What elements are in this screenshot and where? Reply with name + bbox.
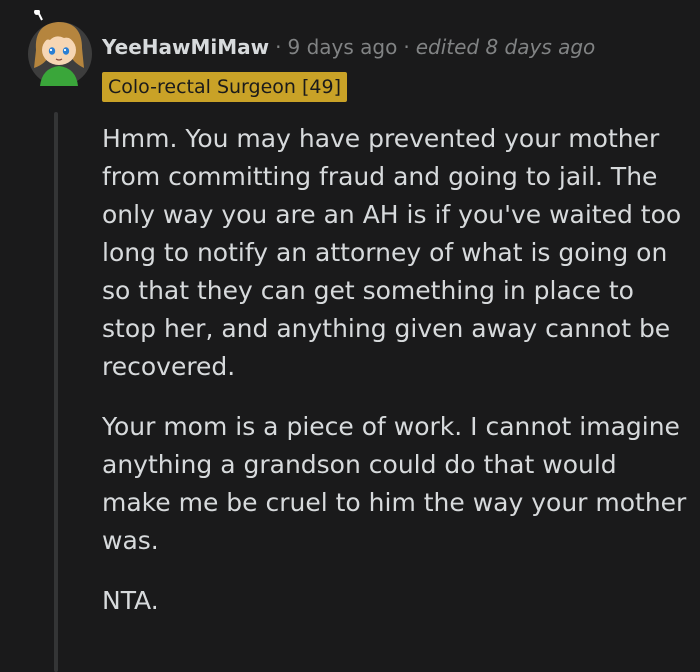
comment-paragraph: NTA. xyxy=(102,586,159,615)
edited-label: edited 8 days ago xyxy=(415,35,596,59)
meta-separator: · xyxy=(403,35,410,59)
author-username[interactable]: YeeHawMiMaw xyxy=(102,35,269,59)
comment-body: Hmm. You may have prevented your mother … xyxy=(102,120,692,642)
comment-meta: YeeHawMiMaw · 9 days ago · edited 8 days… xyxy=(102,32,595,62)
meta-separator: · xyxy=(275,35,282,59)
thread-line[interactable] xyxy=(54,112,58,672)
timestamp[interactable]: 9 days ago xyxy=(287,35,397,59)
avatar[interactable] xyxy=(26,9,94,88)
comment: YeeHawMiMaw · 9 days ago · edited 8 days… xyxy=(0,0,700,672)
comment-paragraph: Your mom is a piece of work. I cannot im… xyxy=(102,412,687,555)
comment-paragraph: Hmm. You may have prevented your mother … xyxy=(102,124,682,381)
user-flair: Colo-rectal Surgeon [49] xyxy=(102,72,347,102)
cartoon-avatar-icon xyxy=(28,9,92,86)
